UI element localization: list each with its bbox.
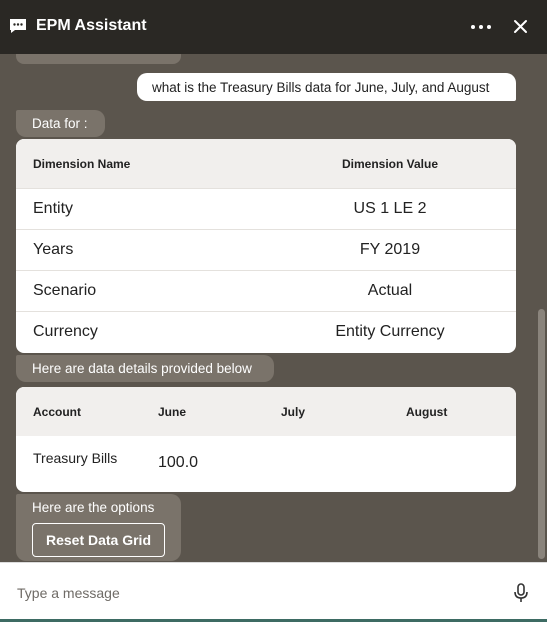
more-options-icon[interactable]: [471, 25, 491, 29]
column-header: Account: [33, 405, 81, 419]
message-input[interactable]: Type a message: [17, 585, 120, 601]
table-row: Years FY 2019: [16, 229, 516, 270]
table-cell: 100.0: [158, 454, 199, 471]
table-cell: US 1 LE 2: [353, 200, 427, 217]
microphone-icon[interactable]: [513, 583, 529, 603]
options-label: Here are the options: [32, 500, 155, 515]
previous-bot-bubble: [16, 54, 181, 64]
table-cell: Treasury Bills: [33, 450, 118, 466]
user-message: what is the Treasury Bills data for June…: [137, 73, 516, 101]
table-row: Currency Entity Currency: [16, 311, 516, 352]
app-title: EPM Assistant: [36, 17, 147, 34]
data-for-label: Data for :: [16, 110, 105, 137]
scrollbar-thumb[interactable]: [538, 309, 545, 559]
table-header: Account June July August: [16, 387, 516, 436]
chat-transcript[interactable]: what is the Treasury Bills data for June…: [0, 54, 547, 562]
details-label: Here are data details provided below: [16, 355, 274, 382]
app-header: EPM Assistant: [0, 0, 547, 54]
chat-bubble-icon: [10, 19, 26, 33]
table-row: Entity US 1 LE 2: [16, 188, 516, 229]
table-cell: Entity Currency: [335, 323, 445, 340]
table-cell: Entity: [33, 200, 74, 217]
column-header: August: [406, 405, 448, 419]
table-cell: Scenario: [33, 282, 97, 299]
table-cell: FY 2019: [359, 241, 421, 258]
reset-data-grid-button[interactable]: Reset Data Grid: [32, 523, 165, 557]
table-cell: Years: [33, 241, 74, 258]
table-cell: Currency: [33, 323, 98, 340]
close-icon[interactable]: [513, 19, 528, 34]
column-header: June: [158, 405, 187, 419]
account-table: Account June July August Treasury Bills …: [16, 387, 516, 492]
column-header: Dimension Name: [33, 156, 131, 171]
table-cell: Actual: [367, 282, 413, 299]
column-header: July: [281, 405, 306, 419]
column-header: Dimension Value: [341, 156, 439, 171]
dimension-table: Dimension Name Dimension Value Entity US…: [16, 139, 516, 353]
table-header: Dimension Name Dimension Value: [16, 139, 516, 188]
table-row: Scenario Actual: [16, 270, 516, 311]
message-input-bar[interactable]: Type a message: [0, 562, 547, 619]
options-bubble: Here are the options Reset Data Grid: [16, 494, 181, 561]
table-row: Treasury Bills 100.0: [16, 436, 516, 492]
